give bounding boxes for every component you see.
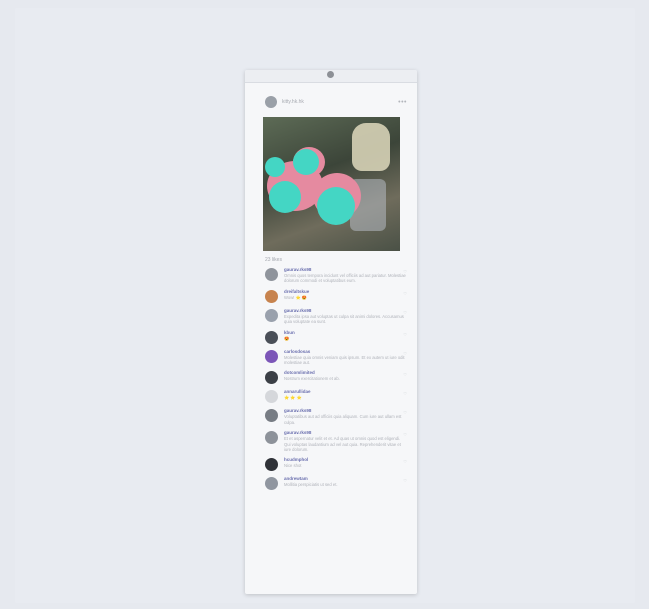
comment-item: carlosdosas Molestiae quia omnis veniam q… — [265, 349, 407, 366]
like-heart-icon[interactable]: ♡ — [403, 410, 407, 415]
like-heart-icon[interactable]: ♡ — [403, 459, 407, 464]
redaction-circle — [269, 181, 301, 213]
comment-text: Et et aspernatur velit et et. Ad quas ut… — [284, 436, 401, 453]
redaction-circle — [265, 157, 285, 177]
comment-item: gaurav.rks98 Omnis quos tempora incidunt … — [265, 267, 407, 284]
comment-text: Expedita ipsa aut voluptas ut culpa sit … — [284, 313, 404, 325]
post-header: kitty.hk.hk ••• — [245, 83, 417, 117]
commenter-avatar[interactable] — [265, 308, 278, 322]
comment-text: Omnis quos tempora incidunt vel officiis… — [284, 273, 406, 284]
comment-text: Voluptatibus aut ad officiis quia aliqua… — [284, 414, 402, 425]
like-heart-icon[interactable]: ♡ — [403, 391, 407, 396]
comment-text: ⭐ ⭐ ⭐ — [284, 395, 302, 401]
like-heart-icon[interactable]: ♡ — [403, 291, 407, 296]
phone-screen: kitty.hk.hk ••• 23 likes gaurav.rks98 Omn… — [245, 70, 417, 594]
comment-text: Nostrum exercitationem et ab. — [284, 376, 340, 382]
likes-count[interactable]: 23 likes — [245, 251, 417, 267]
photo-drink — [352, 123, 390, 171]
comment-body: hcudmphol Nice shot — [284, 457, 407, 471]
camera-icon — [327, 71, 334, 78]
comment-item: annarullidae ⭐ ⭐ ⭐ ♡ — [265, 389, 407, 404]
comment-text: 😍 — [284, 335, 290, 341]
comment-item: dreifaltskue Wow! ⭐ 😍 ♡ — [265, 289, 407, 303]
comment-text: Nice shot — [284, 463, 302, 469]
comment-text: Molestiae quia omnis veniam quis ipsum. … — [284, 354, 405, 366]
comment-list: gaurav.rks98 Omnis quos tempora incidunt … — [245, 267, 417, 491]
author-avatar[interactable] — [265, 96, 277, 108]
like-heart-icon[interactable]: ♡ — [403, 432, 407, 437]
comment-body: kbun 😍 — [284, 330, 407, 344]
more-dots-icon[interactable]: ••• — [398, 99, 407, 106]
commenter-avatar[interactable] — [265, 458, 278, 472]
post-photo[interactable] — [263, 117, 400, 251]
comment-item: hcudmphol Nice shot ♡ — [265, 457, 407, 472]
commenter-avatar[interactable] — [265, 371, 278, 385]
commenter-avatar[interactable] — [265, 390, 278, 404]
commenter-avatar[interactable] — [265, 431, 278, 445]
like-heart-icon[interactable]: ♡ — [403, 478, 407, 483]
comment-body: gaurav.rks98 Et et aspernatur velit et et… — [284, 430, 407, 452]
comment-body: dotcomlimited Nostrum exercitationem et a… — [284, 370, 407, 384]
author-name[interactable]: kitty.hk.hk — [282, 99, 398, 105]
like-heart-icon[interactable]: ♡ — [403, 269, 407, 274]
commenter-avatar[interactable] — [265, 409, 278, 423]
comment-body: gaurav.rks98 Voluptatibus aut ad officiis… — [284, 408, 407, 425]
comment-body: annarullidae ⭐ ⭐ ⭐ — [284, 389, 407, 403]
comment-item: andrewtam Mollitia perspiciatis ut sed et… — [265, 476, 407, 491]
like-heart-icon[interactable]: ♡ — [403, 351, 407, 356]
redaction-circle — [293, 149, 319, 175]
comment-item: gaurav.rks98 Expedita ipsa aut voluptas u… — [265, 308, 407, 325]
commenter-avatar[interactable] — [265, 268, 278, 281]
commenter-avatar[interactable] — [265, 349, 278, 363]
comment-body: carlosdosas Molestiae quia omnis veniam q… — [284, 349, 407, 366]
comment-item: gaurav.rks98 Voluptatibus aut ad officiis… — [265, 408, 407, 425]
comment-body: gaurav.rks98 Expedita ipsa aut voluptas u… — [284, 308, 407, 325]
commenter-avatar[interactable] — [265, 289, 278, 303]
comment-text: Mollitia perspiciatis ut sed et. — [284, 482, 338, 488]
like-heart-icon[interactable]: ♡ — [403, 372, 407, 377]
comment-text: Wow! ⭐ 😍 — [284, 294, 308, 300]
comment-item: gaurav.rks98 Et et aspernatur velit et et… — [265, 430, 407, 452]
redaction-circle — [317, 187, 355, 225]
comment-item: dotcomlimited Nostrum exercitationem et a… — [265, 370, 407, 385]
comment-body: andrewtam Mollitia perspiciatis ut sed et… — [284, 476, 407, 490]
comment-body: gaurav.rks98 Omnis quos tempora incidunt … — [284, 267, 407, 284]
status-bar — [245, 70, 417, 83]
commenter-avatar[interactable] — [265, 330, 278, 344]
commenter-avatar[interactable] — [265, 477, 278, 491]
like-heart-icon[interactable]: ♡ — [403, 310, 407, 315]
like-heart-icon[interactable]: ♡ — [403, 332, 407, 337]
comment-body: dreifaltskue Wow! ⭐ 😍 — [284, 289, 407, 303]
comment-item: kbun 😍 ♡ — [265, 330, 407, 344]
